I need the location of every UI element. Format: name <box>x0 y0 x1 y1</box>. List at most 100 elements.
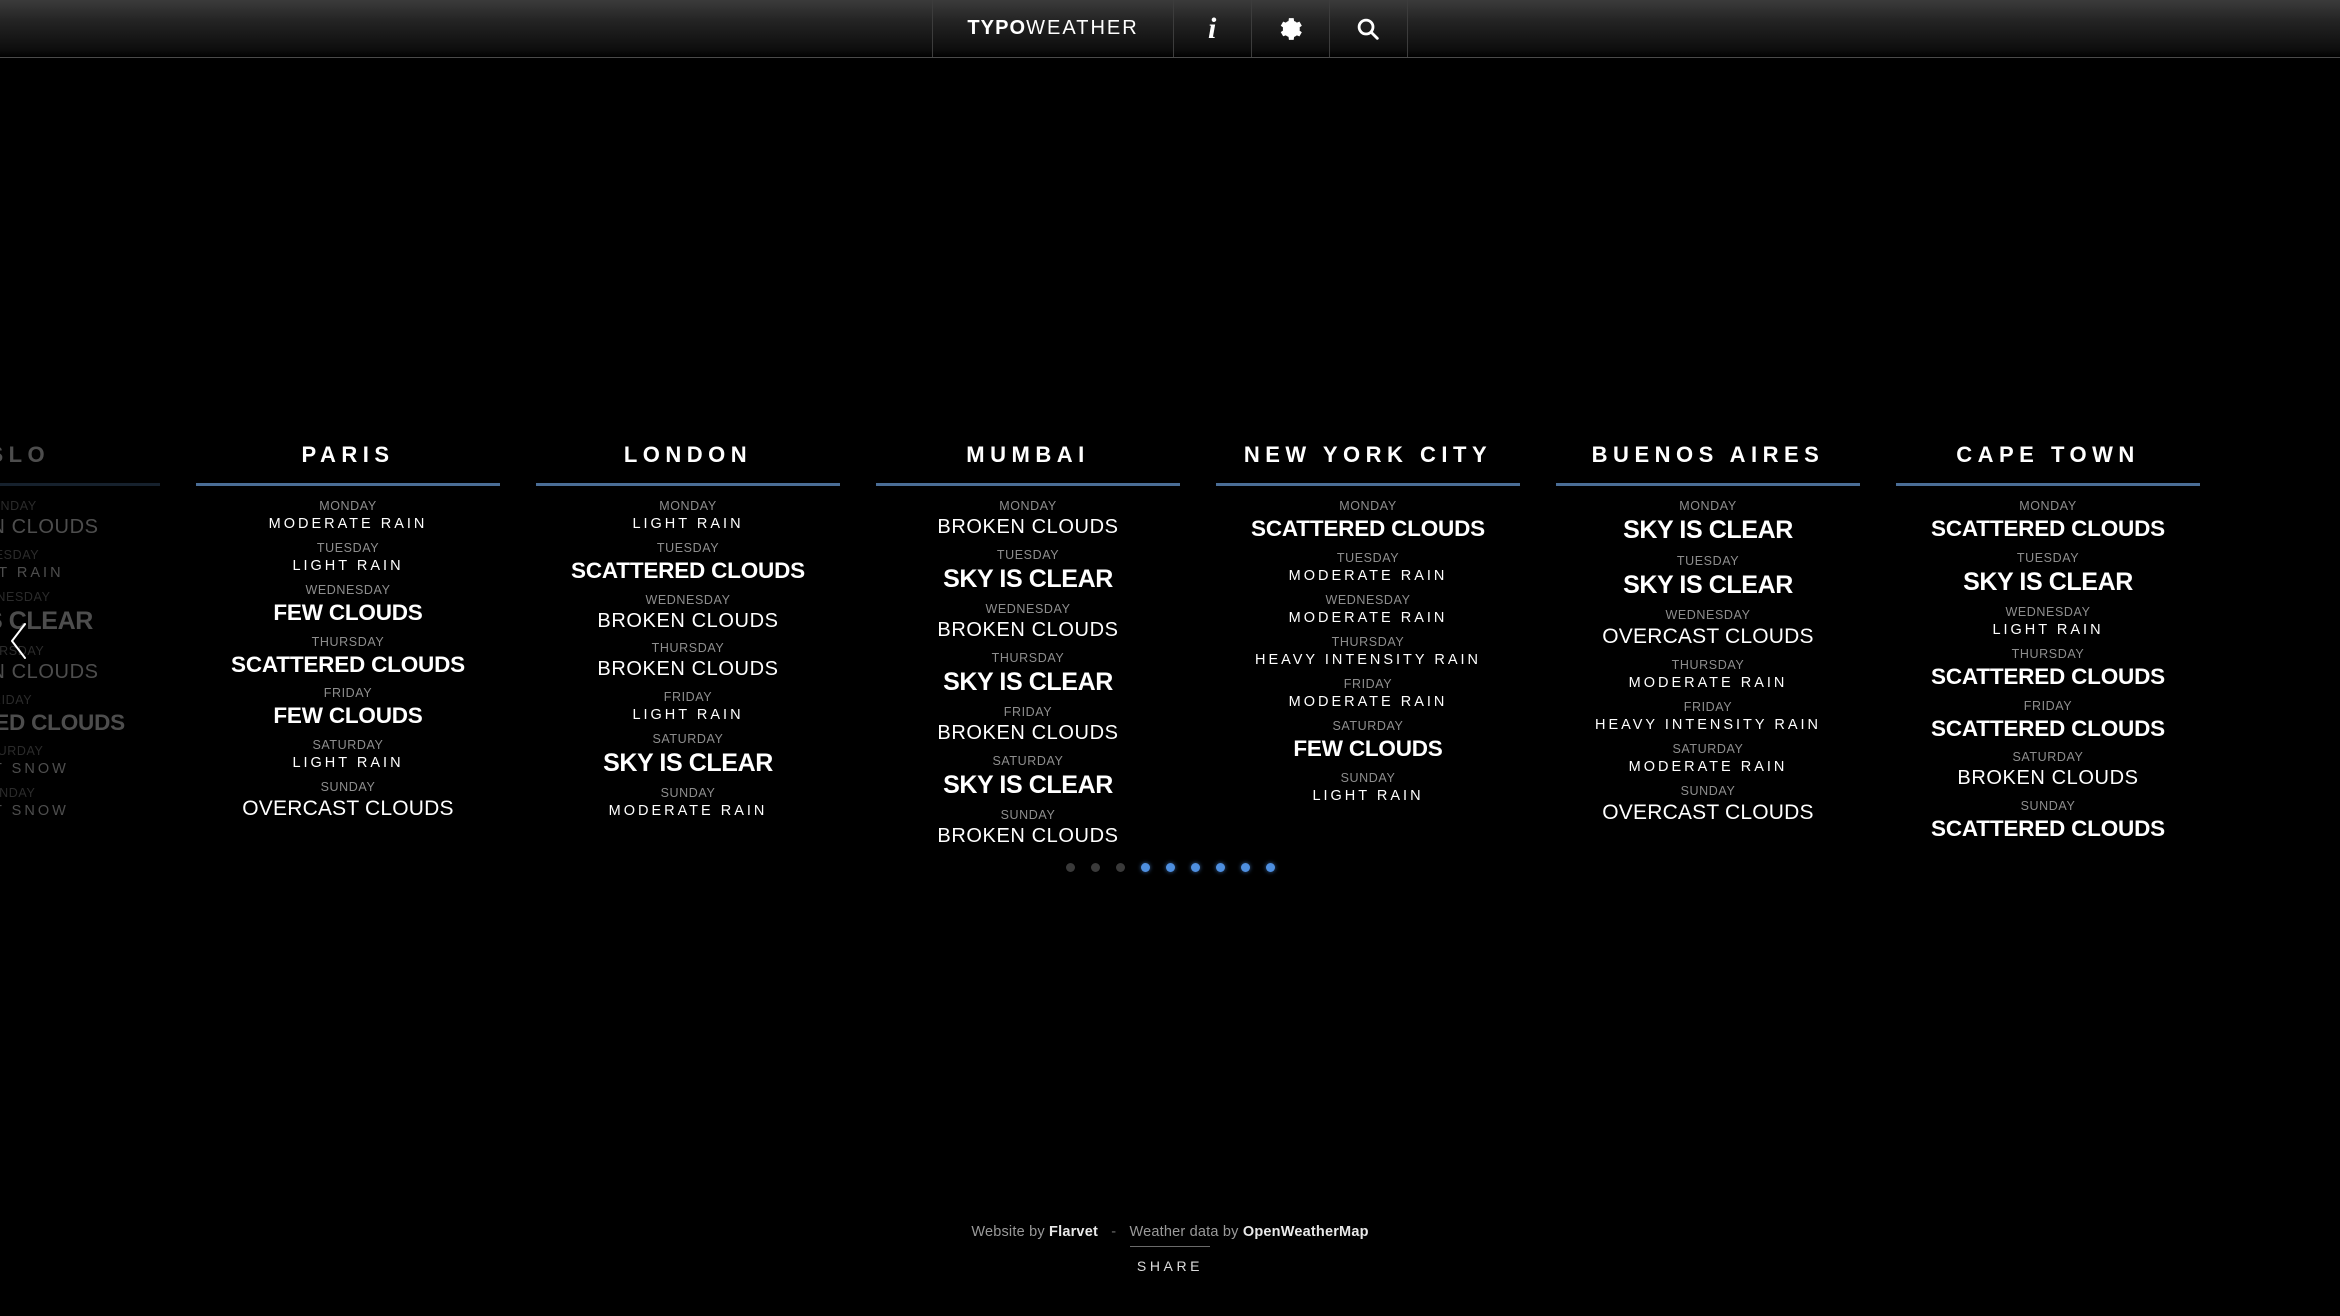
forecast-day-condition: BROKEN CLOUDS <box>0 661 99 684</box>
share-button[interactable]: SHARE <box>1137 1258 1203 1274</box>
forecast-day-label: TUESDAY <box>656 541 720 556</box>
carousel-pagination[interactable] <box>0 863 2340 872</box>
forecast-day-label: MONDAY <box>999 499 1057 513</box>
forecast-day-label: MONDAY <box>659 499 717 513</box>
search-icon <box>1355 16 1381 42</box>
carousel-dot[interactable] <box>1065 863 1075 872</box>
carousel-dot[interactable] <box>1190 863 1200 872</box>
forecast-day-label: SATURDAY <box>652 731 724 746</box>
carousel-dot[interactable] <box>1215 863 1225 872</box>
data-by-label: Weather data by <box>1129 1224 1239 1240</box>
carousel-dot[interactable] <box>1140 863 1150 872</box>
forecast-day-condition: SKY IS CLEAR <box>1963 567 2133 596</box>
forecast-day-list: MONDAY BROKEN CLOUDS TUESDAY SKY IS CLEAR WE… <box>858 497 1198 849</box>
website-author-link[interactable]: Flarvet <box>1049 1224 1098 1240</box>
forecast-day-label: SUNDAY <box>660 786 716 801</box>
forecast-day-label: WEDNESDAY <box>985 602 1071 617</box>
card-title-underline <box>1556 483 1860 486</box>
forecast-day-label: SATURDAY <box>2012 750 2084 765</box>
forecast-card[interactable]: BUENOS AIRES MONDAY SKY IS CLEAR TUESDAY SKY… <box>1538 444 1878 832</box>
forecast-day-condition: LIGHT RAIN <box>1992 622 2104 639</box>
card-city-title: CAPE TOWN <box>1956 442 2140 467</box>
info-icon: i <box>1208 11 1217 45</box>
search-button[interactable] <box>1330 0 1408 57</box>
forecast-day-condition: SKY IS CLEAR <box>943 770 1113 799</box>
forecast-day-list: MONDAY SCATTERED CLOUDS TUESDAY MODERATE RA… <box>1198 497 1538 805</box>
forecast-day-label: SUNDAY <box>0 786 36 801</box>
carousel-dot[interactable] <box>1165 863 1175 872</box>
forecast-day-condition: MODERATE RAIN <box>1628 674 1788 691</box>
forecast-day-label: THURSDAY <box>651 641 725 656</box>
forecast-card[interactable]: PARIS MONDAY MODERATE RAIN TUESDAY LIGHT RAI… <box>178 444 518 828</box>
forecast-day-label: SUNDAY <box>1680 784 1736 799</box>
forecast-day-condition: BROKEN CLOUDS <box>937 722 1119 745</box>
forecast-day-condition: LIGHT RAIN <box>632 706 744 723</box>
carousel-dot[interactable] <box>1265 863 1275 872</box>
app-header: TYPO WEATHER i <box>0 0 2340 58</box>
forecast-day-list: MONDAY SKY IS CLEAR TUESDAY SKY IS CLEAR WED… <box>1538 497 1878 826</box>
forecast-day-label: FRIDAY <box>1683 699 1733 714</box>
brand-light-text: WEATHER <box>1026 17 1139 39</box>
card-city-title: BUENOS AIRES <box>1591 442 1825 467</box>
forecast-day-label: SATURDAY <box>1332 718 1404 733</box>
forecast-day-condition: LIGHT SNOW <box>0 761 69 778</box>
forecast-day-label: WEDNESDAY <box>0 589 51 604</box>
website-by-label: Website by <box>971 1224 1045 1240</box>
forecast-day-condition: BROKEN CLOUDS <box>937 825 1119 848</box>
forecast-card[interactable]: MUMBAI MONDAY BROKEN CLOUDS TUESDAY SKY IS C… <box>858 444 1198 855</box>
forecast-day-condition: SKY IS CLEAR <box>943 667 1113 696</box>
forecast-day-condition: SCATTERED CLOUDS <box>1931 815 2165 841</box>
forecast-day-condition: SCATTERED CLOUDS <box>1931 516 2165 541</box>
forecast-day-label: THURSDAY <box>991 650 1065 665</box>
info-button[interactable]: i <box>1174 0 1252 57</box>
forecast-day-condition: OVERCAST CLOUDS <box>1602 801 1814 825</box>
forecast-day-condition: HEAVY INTENSITY RAIN <box>1595 716 1821 733</box>
forecast-day-condition: SKY IS CLEAR <box>1623 516 1793 544</box>
forecast-day-condition: FEW CLOUDS <box>273 703 423 729</box>
forecast-day-condition: MODERATE RAIN <box>608 803 768 820</box>
brand-bold-text: TYPO <box>967 17 1027 39</box>
forecast-day-label: SATURDAY <box>0 744 44 759</box>
card-title-underline <box>1216 483 1520 486</box>
carousel-dot[interactable] <box>1090 863 1100 872</box>
forecast-day-label: SATURDAY <box>312 737 384 752</box>
forecast-day-label: SUNDAY <box>2020 798 2076 813</box>
data-source-link[interactable]: OpenWeatherMap <box>1243 1224 1369 1240</box>
forecast-carousel[interactable]: OSLO MONDAY BROKEN CLOUDS TUESDAY LIGHT RAIN… <box>0 58 2340 1316</box>
forecast-day-label: FRIDAY <box>2023 698 2073 713</box>
forecast-day-condition: MODERATE RAIN <box>1628 758 1788 775</box>
carousel-prev-button[interactable] <box>2 618 36 664</box>
forecast-day-list: MONDAY SCATTERED CLOUDS TUESDAY SKY IS CLEA… <box>1878 497 2218 842</box>
forecast-day-condition: SCATTERED CLOUDS <box>1251 516 1485 541</box>
forecast-card[interactable]: CAPE TOWN MONDAY SCATTERED CLOUDS TUESDAY SK… <box>1878 444 2218 848</box>
forecast-day-condition: BROKEN CLOUDS <box>1957 767 2139 790</box>
forecast-day-condition: SKY IS CLEAR <box>603 748 773 777</box>
forecast-day-label: MONDAY <box>2019 499 2077 513</box>
settings-button[interactable] <box>1252 0 1330 57</box>
card-title-underline <box>876 483 1180 486</box>
card-city-title: LONDON <box>623 442 753 467</box>
forecast-day-list: MONDAY LIGHT RAIN TUESDAY SCATTERED CLOUDS W… <box>518 497 858 821</box>
page-footer: Website by Flarvet - Weather data by Ope… <box>0 1206 2340 1316</box>
carousel-dot[interactable] <box>1240 863 1250 872</box>
forecast-day-label: TUESDAY <box>316 541 380 556</box>
forecast-day-condition: BROKEN CLOUDS <box>0 516 99 538</box>
forecast-day-label: SUNDAY <box>1340 770 1396 785</box>
forecast-day-label: SUNDAY <box>320 779 376 794</box>
forecast-day-label: THURSDAY <box>2011 647 2085 662</box>
forecast-day-condition: BROKEN CLOUDS <box>937 516 1119 538</box>
forecast-day-label: MONDAY <box>1339 499 1397 513</box>
forecast-day-label: FRIDAY <box>663 689 713 704</box>
share-divider <box>1130 1246 1210 1247</box>
forecast-day-condition: SCATTERED CLOUDS <box>571 558 805 584</box>
forecast-day-condition: LIGHT RAIN <box>632 516 744 532</box>
forecast-day-condition: SCATTERED CLOUDS <box>231 651 465 677</box>
forecast-card[interactable]: NEW YORK CITY MONDAY SCATTERED CLOUDS TUESD… <box>1198 444 1538 811</box>
forecast-card[interactable]: LONDON MONDAY LIGHT RAIN TUESDAY SCATTERED C… <box>518 444 858 827</box>
carousel-dot[interactable] <box>1115 863 1125 872</box>
forecast-day-label: THURSDAY <box>1671 657 1745 672</box>
forecast-day-label: TUESDAY <box>0 547 40 562</box>
forecast-day-label: WEDNESDAY <box>1325 592 1411 607</box>
forecast-day-label: WEDNESDAY <box>2005 605 2091 620</box>
forecast-day-condition: SKY IS CLEAR <box>943 564 1113 593</box>
